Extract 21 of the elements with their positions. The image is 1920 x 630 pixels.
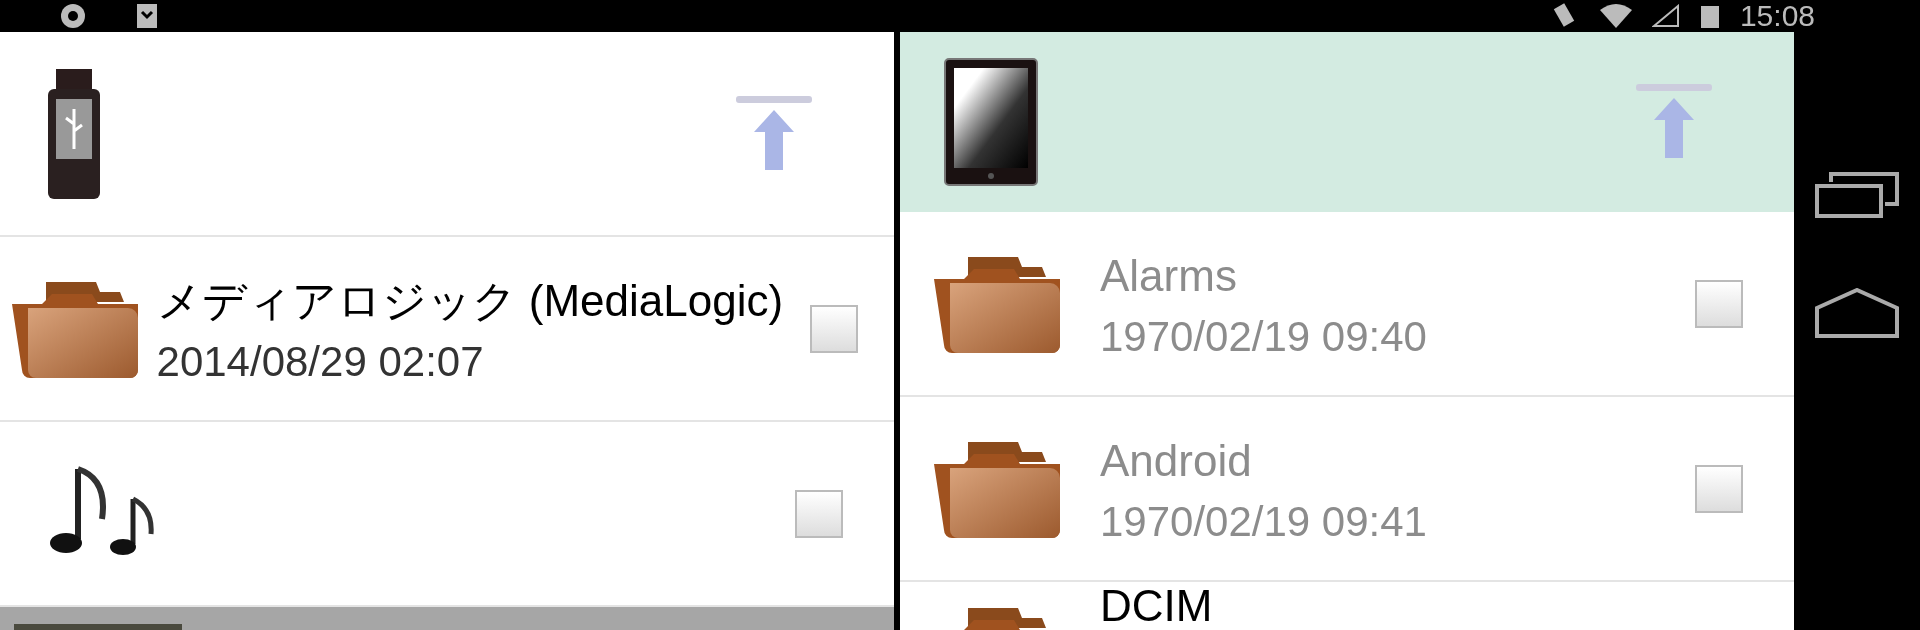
- home-icon[interactable]: [1815, 288, 1899, 338]
- wifi-icon: [1599, 4, 1632, 28]
- battery-icon: [1699, 4, 1720, 28]
- checkbox[interactable]: [1695, 464, 1743, 513]
- location-header[interactable]: [900, 32, 1794, 212]
- modified-date: 2014/08/29 02:07: [156, 336, 485, 387]
- checkbox[interactable]: [795, 489, 843, 538]
- download-icon: [136, 3, 158, 29]
- modified-date: 1970/02/19 09:40: [1100, 311, 1428, 362]
- folder-name: Android: [1100, 434, 1253, 487]
- status-time: 15:08: [1739, 0, 1815, 32]
- modified-date: 1970/02/19 09:41: [1100, 496, 1428, 547]
- tablet-icon: [944, 58, 1038, 186]
- folder-name: Alarms: [1100, 249, 1238, 302]
- location-header[interactable]: [0, 32, 894, 237]
- recent-apps-icon[interactable]: [1815, 172, 1899, 218]
- checkbox[interactable]: [1695, 279, 1743, 328]
- folder-name: メディアロジック (MediaLogic): [156, 274, 784, 327]
- checkbox[interactable]: [809, 304, 858, 353]
- signal-icon: [1651, 4, 1680, 28]
- folder-name: DCIM: [1100, 584, 1214, 628]
